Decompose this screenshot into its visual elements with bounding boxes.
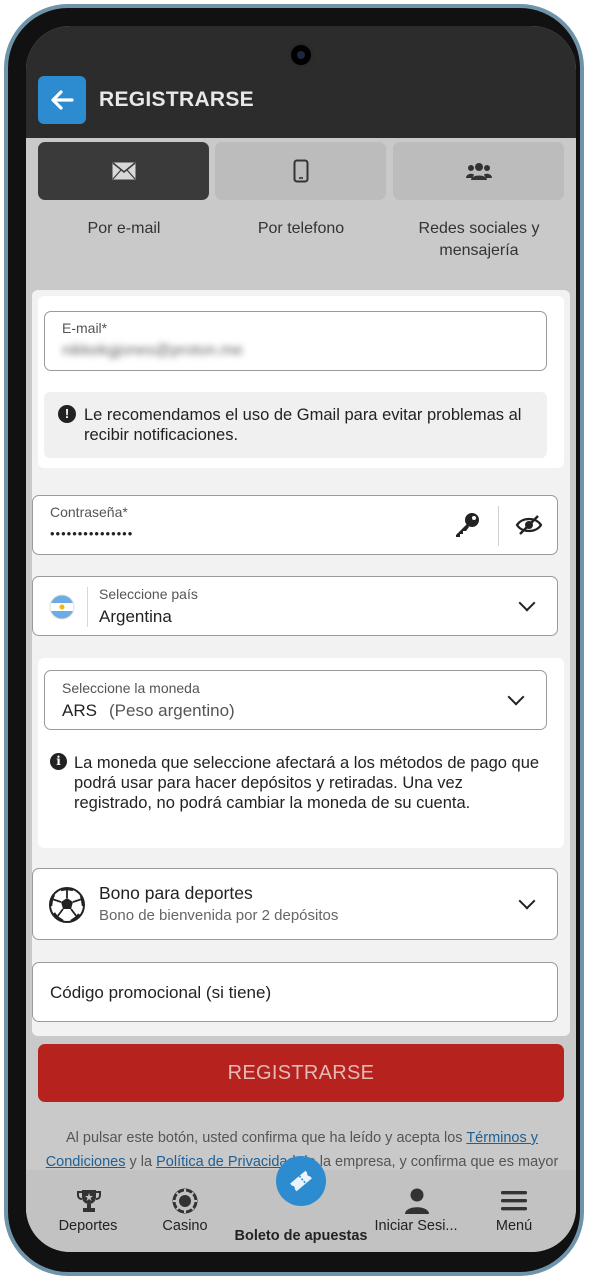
email-section: E-mail* nikkekgjones@proton.me ! Le reco… [38,296,564,468]
email-field[interactable]: E-mail* nikkekgjones@proton.me [44,311,547,371]
currency-label: Seleccione la moneda [62,680,200,696]
country-select[interactable]: Seleccione país Argentina [32,576,558,636]
currency-code: ARS [62,701,97,720]
user-icon [405,1188,429,1214]
gmail-notice: ! Le recomendamos el uso de Gmail para e… [44,392,547,458]
chevron-down-icon [507,688,525,706]
field-divider [87,587,88,627]
tab-social-label: Redes sociales y mensajería [418,220,540,259]
bottom-navigation: Deportes Casino Boleto de apuestas Inici… [26,1156,576,1252]
privacy-link[interactable]: Política de Privacidad [156,1154,295,1170]
gmail-notice-text: Le recomendamos el uso de Gmail para evi… [84,406,522,444]
country-label: Seleccione país [99,586,198,602]
bonus-title: Bono para deportes [99,883,253,903]
trophy-icon [77,1190,101,1212]
users-icon [465,163,492,180]
country-value: Argentina [99,607,172,626]
chevron-down-icon [518,892,536,910]
info-icon: i [50,753,67,770]
password-field[interactable]: Contraseña* ••••••••••••••• [32,495,558,555]
chevron-down-icon [518,594,536,612]
password-value[interactable]: ••••••••••••••• [50,526,133,541]
nav-bet-slip[interactable]: Boleto de apuestas [231,1170,371,1252]
screen: REGISTRARSE Por e-mail Por telefono Rede… [26,26,576,1252]
page-title: REGISTRARSE [99,88,254,111]
argentina-flag-icon [49,594,75,620]
currency-name: (Peso argentino) [109,701,235,720]
currency-section: Seleccione la moneda ARS (Peso argentino… [38,658,564,848]
tab-social[interactable] [393,142,564,200]
nav-login[interactable]: Iniciar Sesi... [368,1170,464,1252]
eye-slash-icon[interactable] [515,514,543,536]
nav-menu-label: Menú [495,1218,533,1234]
exclamation-icon: ! [58,405,76,423]
email-value[interactable]: nikkekgjones@proton.me [62,342,243,360]
nav-login-label: Iniciar Sesi... [374,1218,458,1234]
phone-icon [293,159,308,183]
register-button[interactable]: REGISTRARSE [38,1044,564,1102]
field-divider [498,506,499,546]
nav-sports-label: Deportes [58,1218,118,1234]
phone-frame: REGISTRARSE Por e-mail Por telefono Rede… [4,4,584,1276]
currency-notice-text: La moneda que seleccione afectará a los … [74,754,540,812]
email-label: E-mail* [62,320,108,336]
currency-select[interactable]: Seleccione la moneda ARS (Peso argentino… [44,670,547,730]
arrow-left-icon [51,90,74,110]
front-camera [288,42,314,68]
nav-casino-label: Casino [162,1218,208,1234]
form-panel: E-mail* nikkekgjones@proton.me ! Le reco… [32,290,570,1036]
key-icon[interactable] [453,512,481,538]
bonus-select[interactable]: Bono para deportes Bono de bienvenida po… [32,868,558,940]
nav-casino[interactable]: Casino [138,1170,232,1252]
nav-bet-slip-label: Boleto de apuestas [234,1228,368,1244]
casino-chip-icon [172,1188,198,1214]
nav-sports[interactable]: Deportes [38,1170,138,1252]
registration-method-tabs [38,142,566,200]
promo-code-field[interactable]: Código promocional (si tiene) [32,962,558,1022]
envelope-icon [111,162,136,180]
tab-email-label: Por e-mail [87,220,161,237]
tab-phone[interactable] [215,142,386,200]
soccer-ball-icon [49,887,85,923]
nav-menu[interactable]: Menú [466,1170,562,1252]
bonus-subtitle: Bono de bienvenida por 2 depósitos [99,907,339,924]
registration-form: Por e-mail Por telefono Redes sociales y… [26,138,576,1170]
back-button[interactable] [38,76,86,124]
tab-phone-label: Por telefono [257,220,345,237]
legal-text-part: y la [125,1154,157,1170]
phone-bezel: REGISTRARSE Por e-mail Por telefono Rede… [8,8,580,1272]
promo-code-placeholder: Código promocional (si tiene) [50,983,272,1002]
tab-email[interactable] [38,142,209,200]
legal-text-part: Al pulsar este botón, usted confirma que… [65,1130,467,1146]
menu-icon [501,1191,527,1211]
password-label: Contraseña* [50,504,128,520]
